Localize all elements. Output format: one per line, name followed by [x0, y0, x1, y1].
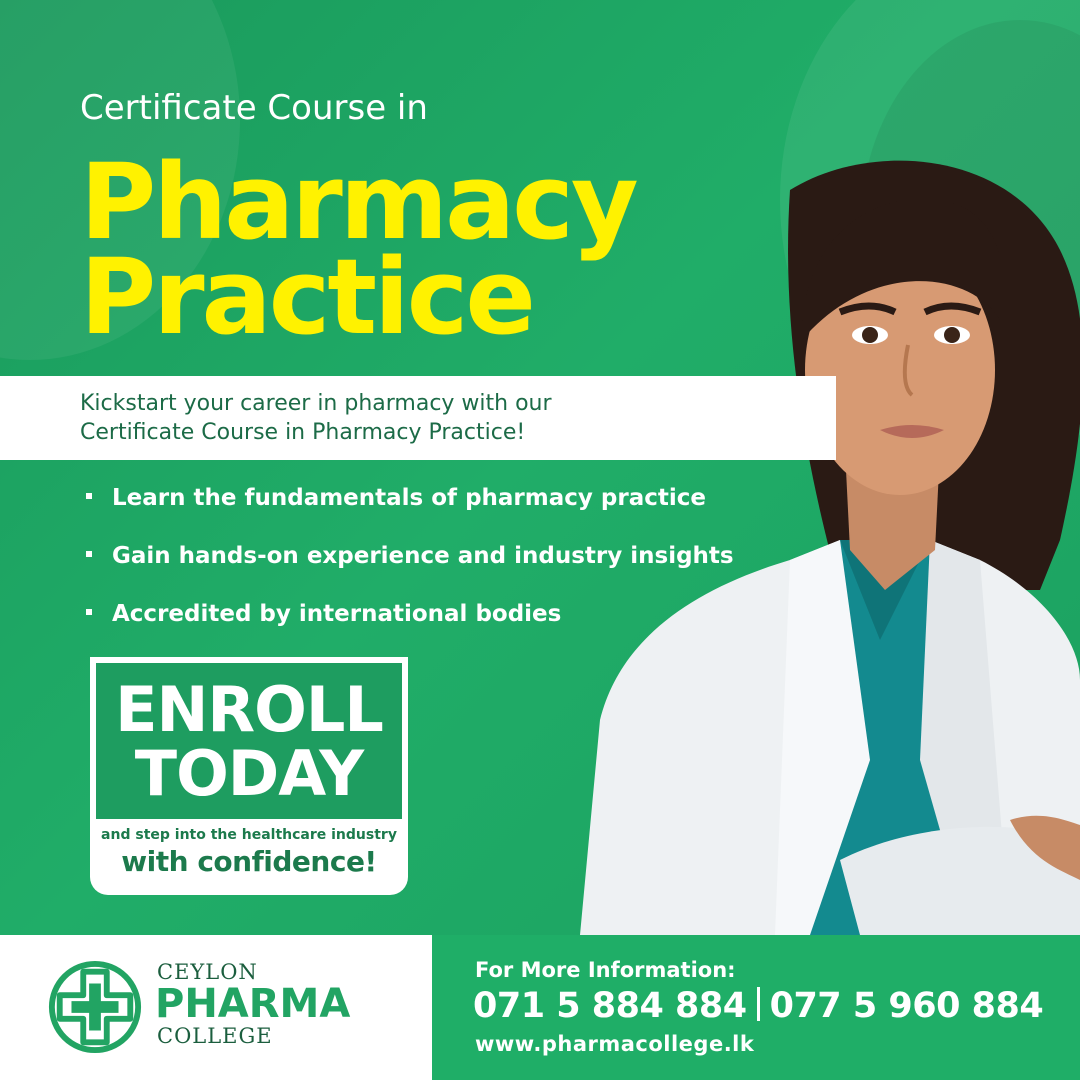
- list-item: Learn the fundamentals of pharmacy pract…: [86, 480, 734, 538]
- phone-number[interactable]: 077 5 960 884: [770, 986, 1044, 1026]
- bullet-icon: [86, 492, 92, 499]
- list-item: Accredited by international bodies: [86, 596, 734, 654]
- website-link[interactable]: www.pharmacollege.lk: [475, 1032, 754, 1056]
- contact-phones: 071 5 884 884 077 5 960 884: [473, 986, 1044, 1026]
- feature-text: Accredited by international bodies: [112, 601, 562, 627]
- enroll-card[interactable]: ENROLL TODAY and step into the healthcar…: [90, 657, 408, 895]
- intro-line: Certificate Course in Pharmacy Practice!: [80, 420, 526, 445]
- feature-list: Learn the fundamentals of pharmacy pract…: [86, 480, 734, 654]
- bullet-icon: [86, 608, 92, 615]
- promo-page: Certificate Course in Pharmacy Practice: [0, 0, 1080, 1080]
- enroll-box: ENROLL TODAY: [96, 663, 402, 819]
- intro-line: Kickstart your career in pharmacy with o…: [80, 391, 552, 416]
- enroll-tagline: with confidence!: [121, 845, 377, 878]
- phone-number[interactable]: 071 5 884 884: [473, 986, 747, 1026]
- enroll-subtext: and step into the healthcare industry: [101, 827, 397, 843]
- enroll-heading: TODAY: [134, 737, 364, 810]
- course-pretitle: Certificate Course in: [80, 88, 428, 128]
- feature-text: Learn the fundamentals of pharmacy pract…: [112, 485, 706, 511]
- list-item: Gain hands-on experience and industry in…: [86, 538, 734, 596]
- logo-text-bottom: COLLEGE: [157, 1024, 273, 1048]
- bullet-icon: [86, 550, 92, 557]
- feature-text: Gain hands-on experience and industry in…: [112, 543, 734, 569]
- cross-logo-icon: [48, 960, 142, 1054]
- intro-text: Kickstart your career in pharmacy with o…: [80, 389, 800, 447]
- logo-text-main: PHARMA: [155, 981, 351, 1027]
- phone-divider: [756, 987, 760, 1021]
- enroll-heading: ENROLL: [115, 673, 384, 746]
- contact-label: For More Information:: [475, 958, 736, 982]
- course-title-line2: Practice: [80, 236, 536, 358]
